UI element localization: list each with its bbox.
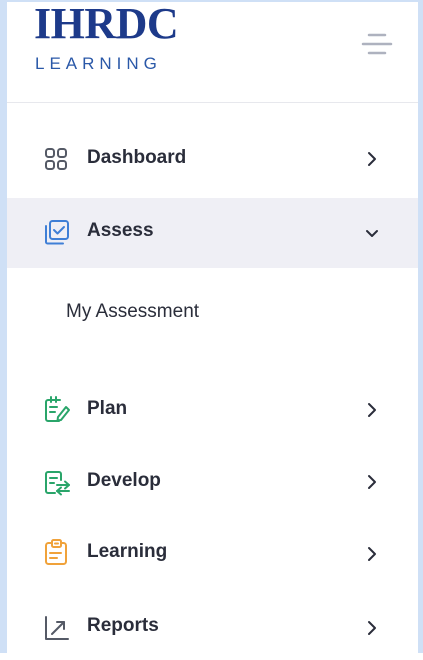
- nav-item-reports[interactable]: Reports: [7, 590, 418, 660]
- sidebar: IHRDC LEARNING Dashboard Assess My Asses…: [0, 0, 423, 653]
- chevron-right-icon: [368, 403, 376, 417]
- nav-item-assess[interactable]: Assess: [7, 198, 418, 268]
- chevron-right-icon: [368, 621, 376, 635]
- subnav-label-my-assessment: My Assessment: [66, 301, 200, 322]
- chevron-down-icon: [366, 230, 378, 237]
- nav-item-dashboard[interactable]: Dashboard: [7, 123, 418, 193]
- grid-icon: [45, 148, 67, 170]
- checklist-icon: [45, 220, 69, 245]
- nav-label-plan: Plan: [87, 398, 128, 419]
- sidebar-header: IHRDC LEARNING: [7, 0, 418, 103]
- edit-list-icon: [45, 396, 70, 422]
- nav-label-reports: Reports: [87, 615, 159, 636]
- chevron-right-icon: [368, 475, 376, 489]
- brand-tagline: LEARNING: [35, 54, 162, 73]
- trend-arrow-icon: [45, 616, 69, 640]
- chevron-right-icon: [368, 547, 376, 561]
- transfer-icon: [45, 471, 70, 496]
- clipboard-icon: [45, 539, 67, 565]
- nav-label-dashboard: Dashboard: [87, 147, 187, 168]
- nav-item-learning[interactable]: Learning: [7, 518, 418, 588]
- nav-label-develop: Develop: [87, 470, 161, 491]
- nav-item-develop[interactable]: Develop: [7, 446, 418, 516]
- chevron-right-icon: [368, 152, 376, 166]
- hamburger-icon: [361, 33, 393, 55]
- brand-logo[interactable]: IHRDC: [34, 0, 179, 49]
- nav-item-plan[interactable]: Plan: [7, 374, 418, 444]
- nav-label-assess: Assess: [87, 220, 154, 241]
- subnav-item-my-assessment[interactable]: My Assessment: [7, 282, 418, 342]
- nav-label-learning: Learning: [87, 541, 168, 562]
- menu-toggle-button[interactable]: [355, 32, 395, 58]
